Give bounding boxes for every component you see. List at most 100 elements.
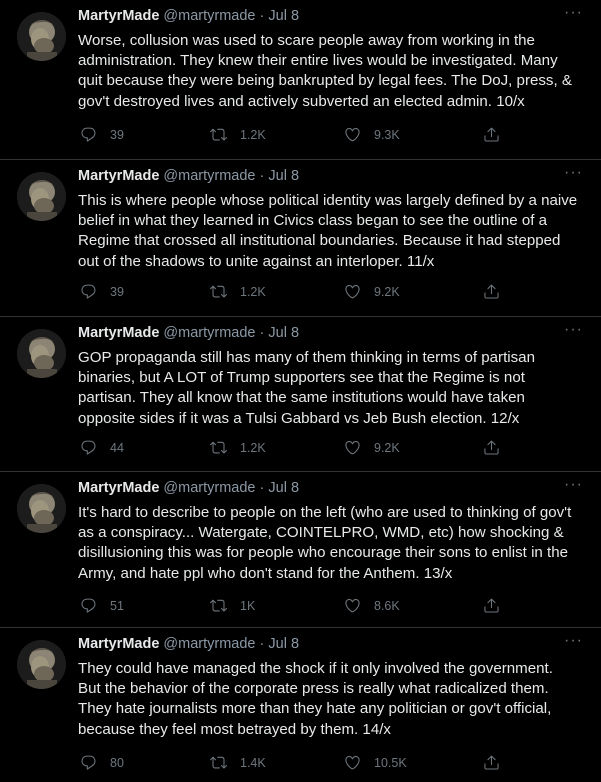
more-options-button[interactable]: ··· xyxy=(564,476,583,494)
share-button[interactable] xyxy=(483,597,500,614)
tweet[interactable]: MartyrMade @martyrmade · Jul 8 ··· Worse… xyxy=(0,0,601,160)
avatar[interactable] xyxy=(17,12,66,61)
share-button[interactable] xyxy=(483,283,500,300)
tweet-header: MartyrMade @martyrmade · Jul 8 xyxy=(78,480,299,496)
separator: · xyxy=(259,168,265,184)
separator: · xyxy=(259,325,265,341)
avatar[interactable] xyxy=(17,640,66,689)
reply-icon xyxy=(81,127,96,142)
retweet-button[interactable]: 1.2K xyxy=(210,283,266,300)
retweet-count: 1K xyxy=(240,598,256,613)
like-count: 9.2K xyxy=(374,440,400,455)
avatar-statue-image xyxy=(17,172,66,221)
reply-icon xyxy=(81,598,96,613)
reply-button[interactable]: 51 xyxy=(80,597,124,614)
more-options-button[interactable]: ··· xyxy=(564,632,583,650)
avatar-statue-image xyxy=(17,12,66,61)
like-count: 9.2K xyxy=(374,284,400,299)
reply-count: 51 xyxy=(110,598,124,613)
reply-icon xyxy=(81,284,96,299)
tweet[interactable]: MartyrMade @martyrmade · Jul 8 ··· It's … xyxy=(0,472,601,628)
avatar[interactable] xyxy=(17,484,66,533)
share-button[interactable] xyxy=(483,754,500,771)
share-icon xyxy=(484,284,499,299)
retweet-count: 1.2K xyxy=(240,127,266,142)
retweet-icon xyxy=(210,285,227,298)
more-horizontal-icon: ··· xyxy=(564,164,583,181)
share-button[interactable] xyxy=(483,439,500,456)
like-count: 10.5K xyxy=(374,755,407,770)
handle[interactable]: @martyrmade xyxy=(163,480,255,496)
share-button[interactable] xyxy=(483,126,500,143)
display-name[interactable]: MartyrMade xyxy=(78,8,159,24)
tweet-header: MartyrMade @martyrmade · Jul 8 xyxy=(78,636,299,652)
timestamp[interactable]: Jul 8 xyxy=(268,325,299,341)
retweet-count: 1.4K xyxy=(240,755,266,770)
display-name[interactable]: MartyrMade xyxy=(78,325,159,341)
retweet-button[interactable]: 1.2K xyxy=(210,126,266,143)
reply-button[interactable]: 44 xyxy=(80,439,124,456)
share-icon xyxy=(484,755,499,770)
like-icon xyxy=(345,440,360,455)
like-button[interactable]: 8.6K xyxy=(344,597,400,614)
retweet-button[interactable]: 1K xyxy=(210,597,255,614)
retweet-count: 1.2K xyxy=(240,284,266,299)
tweet-text: It's hard to describe to people on the l… xyxy=(78,504,572,582)
tweet-text: Worse, collusion was used to scare peopl… xyxy=(78,32,572,110)
like-button[interactable]: 9.2K xyxy=(344,439,400,456)
timestamp[interactable]: Jul 8 xyxy=(268,168,299,184)
more-options-button[interactable]: ··· xyxy=(564,4,583,22)
reply-button[interactable]: 39 xyxy=(80,126,124,143)
like-icon xyxy=(345,598,360,613)
timestamp[interactable]: Jul 8 xyxy=(268,480,299,496)
like-icon xyxy=(345,284,360,299)
tweet[interactable]: MartyrMade @martyrmade · Jul 8 ··· This … xyxy=(0,160,601,317)
timestamp[interactable]: Jul 8 xyxy=(268,636,299,652)
avatar[interactable] xyxy=(17,172,66,221)
timeline: MartyrMade @martyrmade · Jul 8 ··· Worse… xyxy=(0,0,601,782)
avatar-statue-image xyxy=(17,640,66,689)
reply-icon xyxy=(81,440,96,455)
like-button[interactable]: 9.2K xyxy=(344,283,400,300)
retweet-count: 1.2K xyxy=(240,440,266,455)
tweet-header: MartyrMade @martyrmade · Jul 8 xyxy=(78,8,299,24)
like-icon xyxy=(345,755,360,770)
like-icon xyxy=(345,127,360,142)
tweet[interactable]: MartyrMade @martyrmade · Jul 8 ··· GOP p… xyxy=(0,317,601,472)
like-button[interactable]: 9.3K xyxy=(344,126,400,143)
timestamp[interactable]: Jul 8 xyxy=(268,8,299,24)
tweet-text: This is where people whose political ide… xyxy=(78,192,578,270)
retweet-icon xyxy=(210,599,227,612)
more-horizontal-icon: ··· xyxy=(564,476,583,493)
tweet[interactable]: MartyrMade @martyrmade · Jul 8 ··· They … xyxy=(0,628,601,782)
retweet-button[interactable]: 1.4K xyxy=(210,754,266,771)
handle[interactable]: @martyrmade xyxy=(163,325,255,341)
share-icon xyxy=(484,127,499,142)
tweet-header: MartyrMade @martyrmade · Jul 8 xyxy=(78,325,299,341)
tweet-text: They could have managed the shock if it … xyxy=(78,660,553,738)
display-name[interactable]: MartyrMade xyxy=(78,168,159,184)
handle[interactable]: @martyrmade xyxy=(163,8,255,24)
separator: · xyxy=(259,636,265,652)
separator: · xyxy=(259,8,265,24)
handle[interactable]: @martyrmade xyxy=(163,636,255,652)
retweet-icon xyxy=(210,128,227,141)
retweet-button[interactable]: 1.2K xyxy=(210,439,266,456)
avatar[interactable] xyxy=(17,329,66,378)
share-icon xyxy=(484,440,499,455)
like-button[interactable]: 10.5K xyxy=(344,754,407,771)
avatar-statue-image xyxy=(17,329,66,378)
reply-count: 39 xyxy=(110,127,124,142)
handle[interactable]: @martyrmade xyxy=(163,168,255,184)
reply-button[interactable]: 80 xyxy=(80,754,124,771)
like-count: 8.6K xyxy=(374,598,400,613)
display-name[interactable]: MartyrMade xyxy=(78,636,159,652)
display-name[interactable]: MartyrMade xyxy=(78,480,159,496)
share-icon xyxy=(484,598,499,613)
more-options-button[interactable]: ··· xyxy=(564,164,583,182)
retweet-icon xyxy=(210,756,227,769)
avatar-statue-image xyxy=(17,484,66,533)
reply-button[interactable]: 39 xyxy=(80,283,124,300)
more-options-button[interactable]: ··· xyxy=(564,321,583,339)
reply-count: 80 xyxy=(110,755,124,770)
